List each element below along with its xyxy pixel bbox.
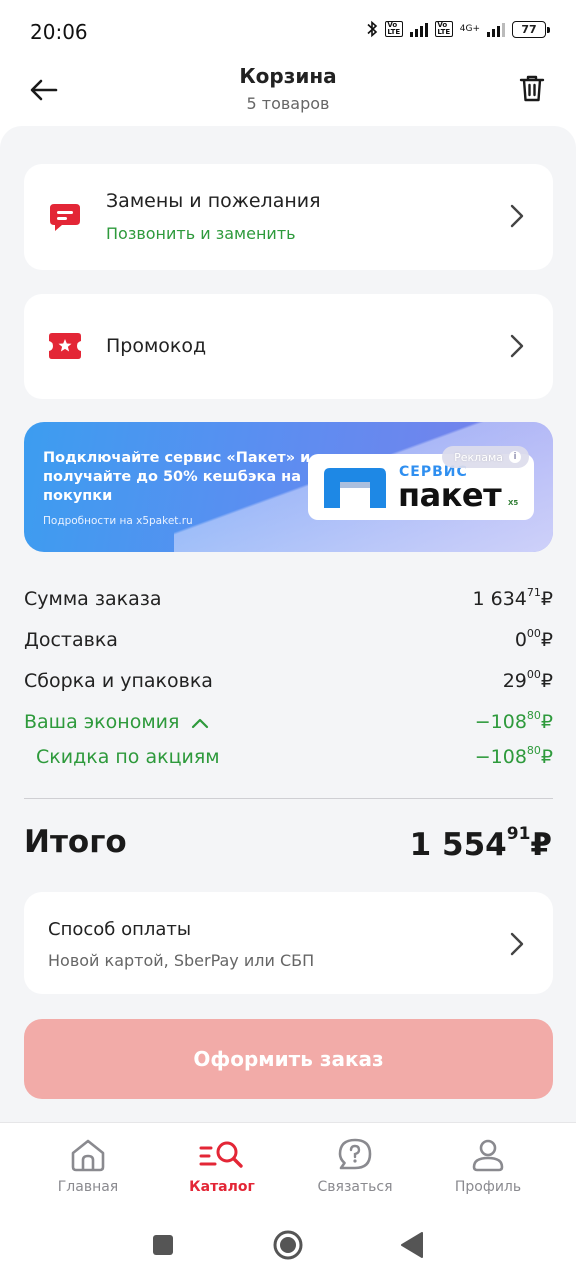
- delivery-row: Доставка 000₽: [24, 627, 553, 657]
- cart-content: Замены и пожелания Позвонить и заменить …: [0, 126, 576, 1122]
- promo-discount-value: −10880₽: [474, 744, 553, 768]
- delivery-label: Доставка: [24, 629, 118, 651]
- ticket-star-icon: [49, 333, 81, 359]
- place-order-button[interactable]: Оформить заказ: [24, 1019, 553, 1099]
- logo-paket-text: пакет: [398, 476, 502, 514]
- promo-code-title: Промокод: [106, 335, 207, 357]
- trash-icon: [519, 75, 545, 102]
- savings-row[interactable]: Ваша экономия −10880₽: [24, 709, 553, 739]
- nav-label-profile: Профиль: [454, 1179, 522, 1195]
- order-sum-row: Сумма заказа 1 63471₽: [24, 586, 553, 616]
- assembly-label: Сборка и упаковка: [24, 670, 213, 692]
- ad-label-badge[interactable]: Реклама i: [442, 446, 529, 468]
- home-system-button[interactable]: [272, 1229, 304, 1265]
- status-time: 20:06: [30, 20, 88, 44]
- nav-label-contact: Связаться: [317, 1179, 393, 1195]
- promo-code-card[interactable]: Промокод: [24, 294, 553, 399]
- status-icons: Vo LTE Vo LTE 4G+ 77: [366, 20, 550, 38]
- banner-note: Подробности на x5paket.ru: [43, 515, 193, 527]
- promo-discount-label: Скидка по акциям: [36, 746, 220, 768]
- nav-label-catalog: Каталог: [189, 1179, 255, 1195]
- page-title: Корзина: [239, 64, 337, 88]
- replacements-title: Замены и пожелания: [106, 190, 321, 212]
- ad-banner-paket[interactable]: Подключайте сервис «Пакет» и получайте д…: [24, 422, 553, 552]
- payment-method-title: Способ оплаты: [48, 919, 192, 940]
- savings-value: −10880₽: [474, 709, 553, 733]
- home-icon: [71, 1139, 105, 1172]
- clear-cart-button[interactable]: [512, 68, 552, 108]
- signal-strength-icon-2: [487, 21, 505, 37]
- status-bar: 20:06 Vo LTE Vo LTE 4G+ 77: [0, 0, 576, 62]
- assembly-row: Сборка и упаковка 2900₽: [24, 668, 553, 698]
- square-icon: [153, 1235, 173, 1255]
- triangle-back-icon: [401, 1232, 423, 1258]
- promo-discount-row: Скидка по акциям −10880₽: [24, 744, 553, 774]
- nav-item-home[interactable]: Главная: [23, 1137, 153, 1195]
- catalog-search-icon: [199, 1141, 243, 1168]
- nav-item-profile[interactable]: Профиль: [423, 1137, 553, 1195]
- volte-icon-2: Vo LTE: [434, 21, 453, 37]
- nav-item-catalog[interactable]: Каталог: [157, 1137, 287, 1195]
- assembly-value: 2900₽: [502, 668, 553, 692]
- bluetooth-icon: [366, 20, 378, 38]
- battery-icon: 77: [512, 20, 550, 38]
- circle-icon: [273, 1230, 303, 1260]
- order-sum-label: Сумма заказа: [24, 588, 162, 610]
- chat-message-icon: [50, 204, 80, 231]
- recent-apps-button[interactable]: [152, 1234, 174, 1260]
- divider: [24, 798, 553, 799]
- bottom-navigation: Главная Каталог Связаться Профиль: [0, 1122, 576, 1212]
- volte-icon: Vo LTE: [384, 21, 403, 37]
- back-system-button[interactable]: [400, 1232, 424, 1262]
- savings-toggle[interactable]: Ваша экономия: [24, 711, 209, 733]
- info-icon: i: [509, 451, 521, 463]
- payment-method-subtitle: Новой картой, SberPay или СБП: [48, 951, 315, 970]
- chevron-right-icon: [510, 334, 524, 358]
- total-label: Итого: [24, 824, 127, 860]
- payment-method-card[interactable]: Способ оплаты Новой картой, SberPay или …: [24, 892, 553, 994]
- chevron-up-icon: [192, 718, 209, 728]
- ad-label: Реклама: [454, 450, 503, 464]
- delivery-value: 000₽: [514, 627, 553, 651]
- total-value: 1 55491₽: [409, 824, 552, 863]
- items-count: 5 товаров: [246, 94, 330, 113]
- chevron-right-icon: [510, 204, 524, 228]
- logo-x5-text: X5: [508, 499, 519, 507]
- signal-strength-icon: [409, 21, 428, 37]
- banner-text: Подключайте сервис «Пакет» и получайте д…: [43, 450, 311, 504]
- network-type-icon: 4G+: [459, 23, 480, 34]
- paket-logo-mark-icon: [324, 468, 386, 508]
- order-sum-value: 1 63471₽: [472, 586, 554, 610]
- chevron-right-icon: [510, 932, 524, 956]
- nav-item-contact[interactable]: Связаться: [290, 1137, 420, 1195]
- profile-icon: [472, 1139, 504, 1172]
- replacements-card[interactable]: Замены и пожелания Позвонить и заменить: [24, 164, 553, 270]
- help-chat-icon: [338, 1138, 372, 1170]
- replacements-subtitle: Позвонить и заменить: [106, 224, 296, 243]
- nav-label-home: Главная: [57, 1179, 119, 1195]
- app-header: Корзина 5 товаров: [0, 62, 576, 122]
- system-navigation-bar: [0, 1212, 576, 1280]
